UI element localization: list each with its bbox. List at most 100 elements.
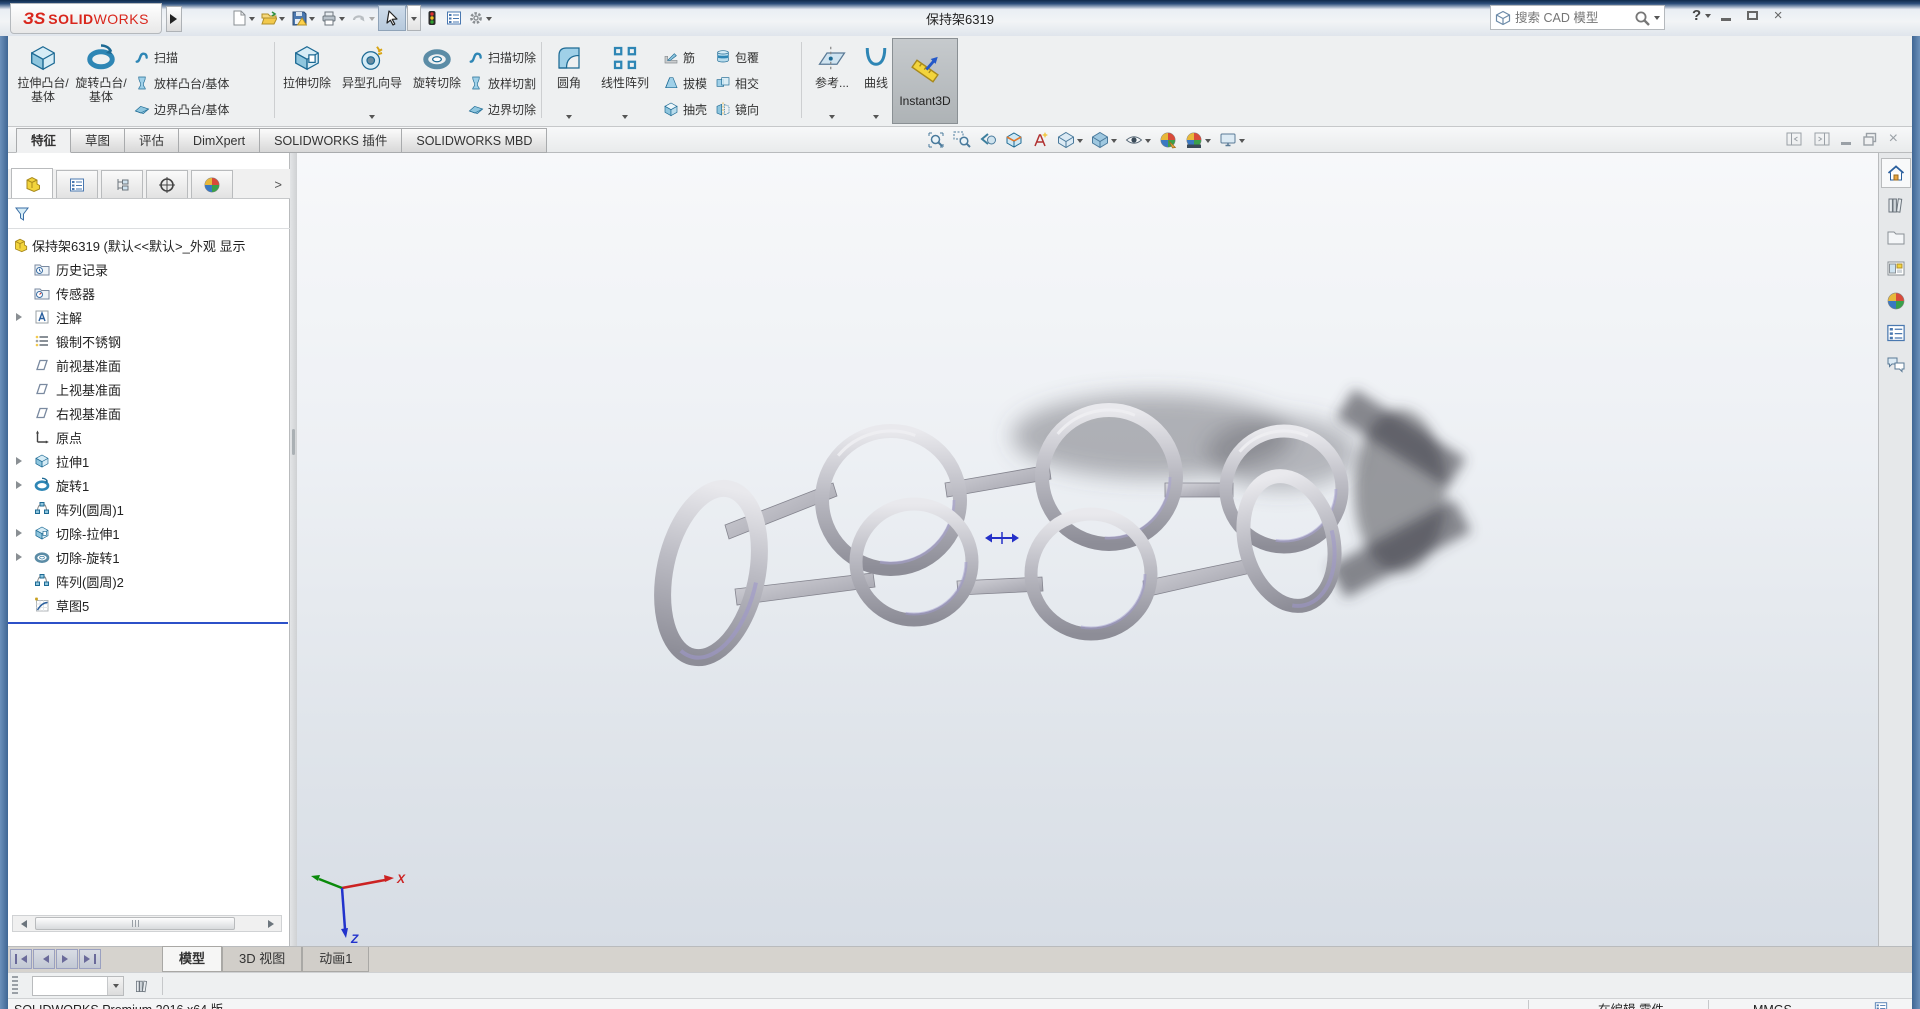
maximize-button[interactable] — [1741, 6, 1763, 24]
forum-button[interactable] — [1881, 350, 1911, 380]
boundary-boss-button[interactable]: 边界凸台/基体 — [130, 96, 233, 122]
view-orientation-button[interactable] — [1054, 129, 1086, 151]
3d-views-tab[interactable]: 3D 视图 — [222, 947, 302, 972]
panel-splitter[interactable] — [290, 153, 297, 946]
edit-appearance-button[interactable] — [1156, 129, 1180, 151]
reference-geometry-button[interactable]: 参考... — [806, 38, 858, 124]
wrap-button[interactable]: 包覆 — [711, 44, 763, 70]
previous-view-button[interactable] — [976, 129, 1000, 151]
file-explorer-button[interactable] — [1881, 222, 1911, 252]
sweep-button[interactable]: 扫描 — [130, 44, 233, 70]
draft-button[interactable]: 拔模 — [659, 70, 711, 96]
viewport-3d[interactable]: X Z X Z — [297, 153, 1878, 946]
scrollbar-thumb[interactable] — [35, 917, 235, 930]
search-input[interactable] — [1515, 11, 1630, 25]
hide-show-items-button[interactable] — [1122, 129, 1154, 151]
apply-scene-button[interactable] — [1182, 129, 1214, 151]
tab-evaluate[interactable]: 评估 — [125, 128, 179, 153]
tree-item-top-plane[interactable]: 上视基准面 — [8, 377, 289, 401]
tree-filter-row[interactable] — [8, 199, 290, 229]
tree-item-revolve1[interactable]: 旋转1 — [8, 473, 289, 497]
panel-expand-chevron[interactable]: > — [274, 177, 282, 192]
tree-item-cut-extrude1[interactable]: 切除-拉伸1 — [8, 521, 289, 545]
tree-item-sensors[interactable]: 传感器 — [8, 281, 289, 305]
doc-minimize-button[interactable] — [1841, 134, 1851, 145]
view-palette-button[interactable] — [1881, 254, 1911, 284]
annotation-view-button[interactable] — [1028, 129, 1052, 151]
intersect-button[interactable]: 相交 — [711, 70, 763, 96]
fillet-button[interactable]: 圆角 — [547, 38, 591, 124]
tree-item-material[interactable]: 锻制不锈钢 — [8, 329, 289, 353]
doc-close-button[interactable]: × — [1889, 130, 1898, 148]
collapse-left-pane-button[interactable] — [1785, 130, 1803, 148]
tab-addins[interactable]: SOLIDWORKS 插件 — [260, 128, 402, 153]
custom-properties-button[interactable] — [1881, 318, 1911, 348]
close-button[interactable]: × — [1767, 6, 1789, 24]
loft-cut-button[interactable]: 放样切割 — [464, 70, 540, 96]
curves-button[interactable]: 曲线 — [858, 38, 894, 124]
tab-mbd[interactable]: SOLIDWORKS MBD — [402, 128, 547, 153]
home-button[interactable] — [1881, 158, 1911, 188]
doc-restore-button[interactable] — [1861, 130, 1879, 148]
expand-arrow-icon[interactable] — [16, 529, 26, 537]
dimxpertmanager-tab[interactable] — [146, 170, 188, 198]
help-button[interactable]: ? — [1692, 7, 1701, 24]
linear-pattern-button[interactable]: 线性阵列 — [591, 38, 659, 124]
minimize-button[interactable] — [1715, 6, 1737, 24]
featuremanager-tab[interactable] — [11, 168, 53, 198]
first-tab-button[interactable] — [10, 949, 32, 969]
expand-arrow-icon[interactable] — [16, 313, 26, 321]
status-custom-properties-icon[interactable] — [1874, 1001, 1888, 1009]
combo-dropdown-button[interactable] — [107, 977, 123, 995]
mirror-button[interactable]: 镜向 — [711, 96, 763, 122]
design-library-button[interactable] — [1881, 190, 1911, 220]
displaymanager-tab[interactable] — [191, 170, 233, 198]
tab-sketch[interactable]: 草图 — [71, 128, 125, 153]
last-tab-button[interactable] — [79, 949, 101, 969]
shell-button[interactable]: 抽壳 — [659, 96, 711, 122]
scroll-right-arrow[interactable] — [264, 916, 281, 931]
configurationmanager-tab[interactable] — [101, 170, 143, 198]
rollback-bar[interactable] — [8, 621, 289, 625]
extrude-boss-button[interactable]: 拉伸凸台/基体 — [14, 38, 72, 124]
hole-wizard-button[interactable]: 异型孔向导 — [334, 38, 410, 124]
loft-boss-button[interactable]: 放样凸台/基体 — [130, 70, 233, 96]
tree-item-circular-pattern1[interactable]: 阵列(圆周)1 — [8, 497, 289, 521]
tree-item-extrude1[interactable]: 拉伸1 — [8, 449, 289, 473]
section-view-button[interactable] — [1002, 129, 1026, 151]
tree-item-sketch5[interactable]: 草图5 — [8, 593, 289, 617]
collapse-right-pane-button[interactable] — [1813, 130, 1831, 148]
cut-extrude-button[interactable]: 拉伸切除 — [280, 38, 334, 124]
motion-study-tab[interactable]: 动画1 — [302, 947, 369, 972]
view-settings-button[interactable] — [1216, 129, 1248, 151]
next-tab-button[interactable] — [56, 949, 78, 969]
zoom-fit-button[interactable] — [924, 129, 948, 151]
prev-tab-button[interactable] — [33, 949, 55, 969]
tree-item-front-plane[interactable]: 前视基准面 — [8, 353, 289, 377]
tree-item-cut-revolve1[interactable]: 切除-旋转1 — [8, 545, 289, 569]
tab-dimxpert[interactable]: DimXpert — [179, 128, 260, 153]
zoom-area-button[interactable] — [950, 129, 974, 151]
rib-button[interactable]: 筋 — [659, 44, 711, 70]
cut-revolve-button[interactable]: 旋转切除 — [410, 38, 464, 124]
expand-arrow-icon[interactable] — [16, 457, 26, 465]
tree-horizontal-scrollbar[interactable] — [12, 915, 282, 932]
expand-arrow-icon[interactable] — [16, 481, 26, 489]
appearances-button[interactable] — [1881, 286, 1911, 316]
instant3d-button[interactable]: Instant3D — [892, 38, 958, 124]
propertymanager-tab[interactable] — [56, 170, 98, 198]
expand-arrow-icon[interactable] — [16, 553, 26, 561]
boundary-cut-button[interactable]: 边界切除 — [464, 96, 540, 122]
model-tab[interactable]: 模型 — [162, 946, 222, 972]
tree-item-annotations[interactable]: 注解 — [8, 305, 289, 329]
style-combobox[interactable] — [32, 976, 124, 996]
tab-features[interactable]: 特征 — [16, 128, 71, 153]
tree-item-history[interactable]: 历史记录 — [8, 257, 289, 281]
tree-item-origin[interactable]: 原点 — [8, 425, 289, 449]
revolve-boss-button[interactable]: 旋转凸台/基体 — [72, 38, 130, 124]
tree-item-right-plane[interactable]: 右视基准面 — [8, 401, 289, 425]
scroll-left-arrow[interactable] — [13, 916, 30, 931]
sweep-cut-button[interactable]: 扫描切除 — [464, 44, 540, 70]
tree-item-circular-pattern2[interactable]: 阵列(圆周)2 — [8, 569, 289, 593]
display-style-button[interactable] — [1088, 129, 1120, 151]
